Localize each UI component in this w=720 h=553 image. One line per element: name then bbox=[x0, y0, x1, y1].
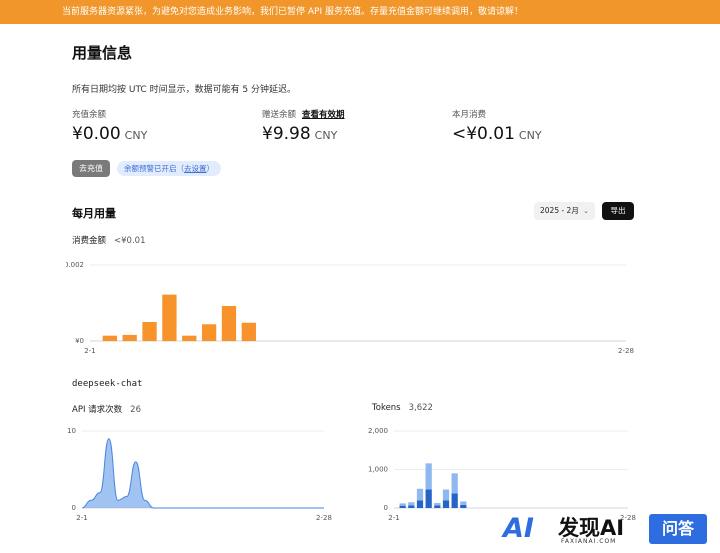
topup-balance-amount: ¥0.00 CNY bbox=[72, 124, 147, 144]
stacked-bar-segment bbox=[451, 493, 458, 508]
watermark: AI 发现AI FAXIANAI.COM 问答 bbox=[503, 508, 720, 553]
currency-label: CNY bbox=[124, 129, 148, 142]
currency-label: CNY bbox=[314, 129, 338, 142]
x-tick-label: 2-28 bbox=[316, 514, 332, 522]
chevron-down-icon: ⌄ bbox=[583, 207, 589, 215]
month-select[interactable]: 2025 - 2月 ⌄ bbox=[534, 202, 595, 220]
requests-chart: 10 02-1 2-28 bbox=[67, 427, 332, 522]
topup-amount-value: ¥0.00 bbox=[72, 124, 121, 144]
stacked-bar-segment bbox=[408, 502, 415, 506]
month-amount-value: <¥0.01 bbox=[452, 124, 515, 144]
y-tick-label: 0 bbox=[384, 504, 388, 512]
y-tick-label: ¥0.002 bbox=[66, 261, 84, 269]
requests-metric: API 请求次数 26 bbox=[72, 403, 141, 415]
alert-settings-link[interactable]: 去设置 bbox=[184, 164, 207, 173]
spend-label: 消费金额 bbox=[72, 236, 107, 246]
tokens-label: Tokens bbox=[372, 403, 401, 413]
gift-balance-amount: ¥9.98 CNY bbox=[262, 124, 345, 144]
spend-chart: ¥0.002 ¥02-1 2-28 bbox=[66, 261, 634, 355]
balance-alert-pill: 余额预警已开启（去设置） bbox=[117, 161, 221, 176]
alert-text: 余额预警已开启（ bbox=[124, 164, 184, 173]
stacked-bar-segment bbox=[460, 501, 467, 505]
spend-metric: 消费金额 <¥0.01 bbox=[72, 234, 145, 246]
bar bbox=[122, 334, 137, 341]
stacked-bar-segment bbox=[460, 504, 467, 508]
y-tick-label: 10 bbox=[67, 427, 76, 435]
x-tick-label: 2-1 bbox=[76, 514, 87, 522]
month-spend: 本月消费 <¥0.01 CNY bbox=[452, 108, 542, 144]
area-fill bbox=[82, 438, 324, 508]
requests-value: 26 bbox=[130, 405, 141, 415]
timezone-note: 所有日期均按 UTC 时间显示，数据可能有 5 分钟延迟。 bbox=[72, 85, 297, 95]
stacked-bar-segment bbox=[425, 489, 432, 508]
requests-label: API 请求次数 bbox=[72, 405, 123, 415]
y-tick-label: 2,000 bbox=[368, 427, 388, 435]
monthly-usage-title: 每月用量 bbox=[72, 207, 116, 220]
tokens-chart: 2,0001,00002-1 2-28 bbox=[368, 427, 636, 522]
stacked-bar-segment bbox=[434, 502, 441, 506]
page-title: 用量信息 bbox=[72, 44, 133, 62]
stacked-bar-segment bbox=[416, 488, 424, 501]
view-expiry-link[interactable]: 查看有效期 bbox=[302, 110, 345, 120]
gift-balance-label: 赠送余额 bbox=[262, 110, 297, 120]
stacked-bar-segment bbox=[442, 500, 450, 508]
stacked-bar-segment bbox=[434, 505, 441, 508]
alert-close-paren: ） bbox=[206, 164, 215, 173]
x-tick-label: 2-1 bbox=[84, 347, 95, 355]
export-button[interactable]: 导出 bbox=[602, 202, 634, 220]
watermark-domain: FAXIANAI.COM bbox=[561, 538, 617, 545]
area-line bbox=[81, 438, 324, 509]
stacked-bar-segment bbox=[399, 505, 406, 508]
topup-button[interactable]: 去充值 bbox=[72, 160, 110, 177]
bar bbox=[182, 335, 197, 341]
topup-balance-label: 充值余额 bbox=[72, 110, 107, 120]
stacked-bar-segment bbox=[416, 500, 424, 508]
bar bbox=[142, 322, 157, 341]
x-tick-label: 2-28 bbox=[618, 347, 634, 355]
stacked-bar-segment bbox=[399, 503, 406, 506]
stacked-bar-segment bbox=[408, 505, 415, 508]
y-tick-label: ¥0 bbox=[75, 337, 84, 345]
x-tick-label: 2-1 bbox=[388, 514, 399, 522]
service-notice-banner: 当前服务器资源紧张，为避免对您造成业务影响，我们已暂停 API 服务充值。存量充… bbox=[0, 0, 720, 24]
tokens-metric: Tokens 3,622 bbox=[372, 403, 433, 413]
topup-balance: 充值余额 ¥0.00 CNY bbox=[72, 108, 147, 144]
bar bbox=[221, 306, 237, 341]
y-tick-label: 1,000 bbox=[368, 466, 388, 474]
currency-label: CNY bbox=[518, 129, 542, 142]
gift-balance: 赠送余额 查看有效期 ¥9.98 CNY bbox=[262, 108, 345, 144]
tokens-value: 3,622 bbox=[408, 403, 433, 413]
y-tick-label: 0 bbox=[72, 504, 76, 512]
model-name: deepseek-chat bbox=[72, 379, 143, 389]
month-select-value: 2025 - 2月 bbox=[540, 206, 579, 215]
watermark-qa-badge: 问答 bbox=[649, 514, 707, 544]
stacked-bar-segment bbox=[442, 489, 450, 501]
bar bbox=[241, 322, 256, 341]
bar bbox=[162, 294, 177, 341]
bar bbox=[102, 335, 117, 341]
stacked-bar-segment bbox=[425, 463, 432, 490]
spend-value: <¥0.01 bbox=[114, 236, 146, 246]
month-spend-amount: <¥0.01 CNY bbox=[452, 124, 542, 144]
bar bbox=[201, 324, 217, 341]
stacked-bar-segment bbox=[451, 473, 458, 494]
watermark-logo: AI bbox=[503, 513, 534, 544]
month-spend-label: 本月消费 bbox=[452, 110, 487, 120]
gift-amount-value: ¥9.98 bbox=[262, 124, 311, 144]
